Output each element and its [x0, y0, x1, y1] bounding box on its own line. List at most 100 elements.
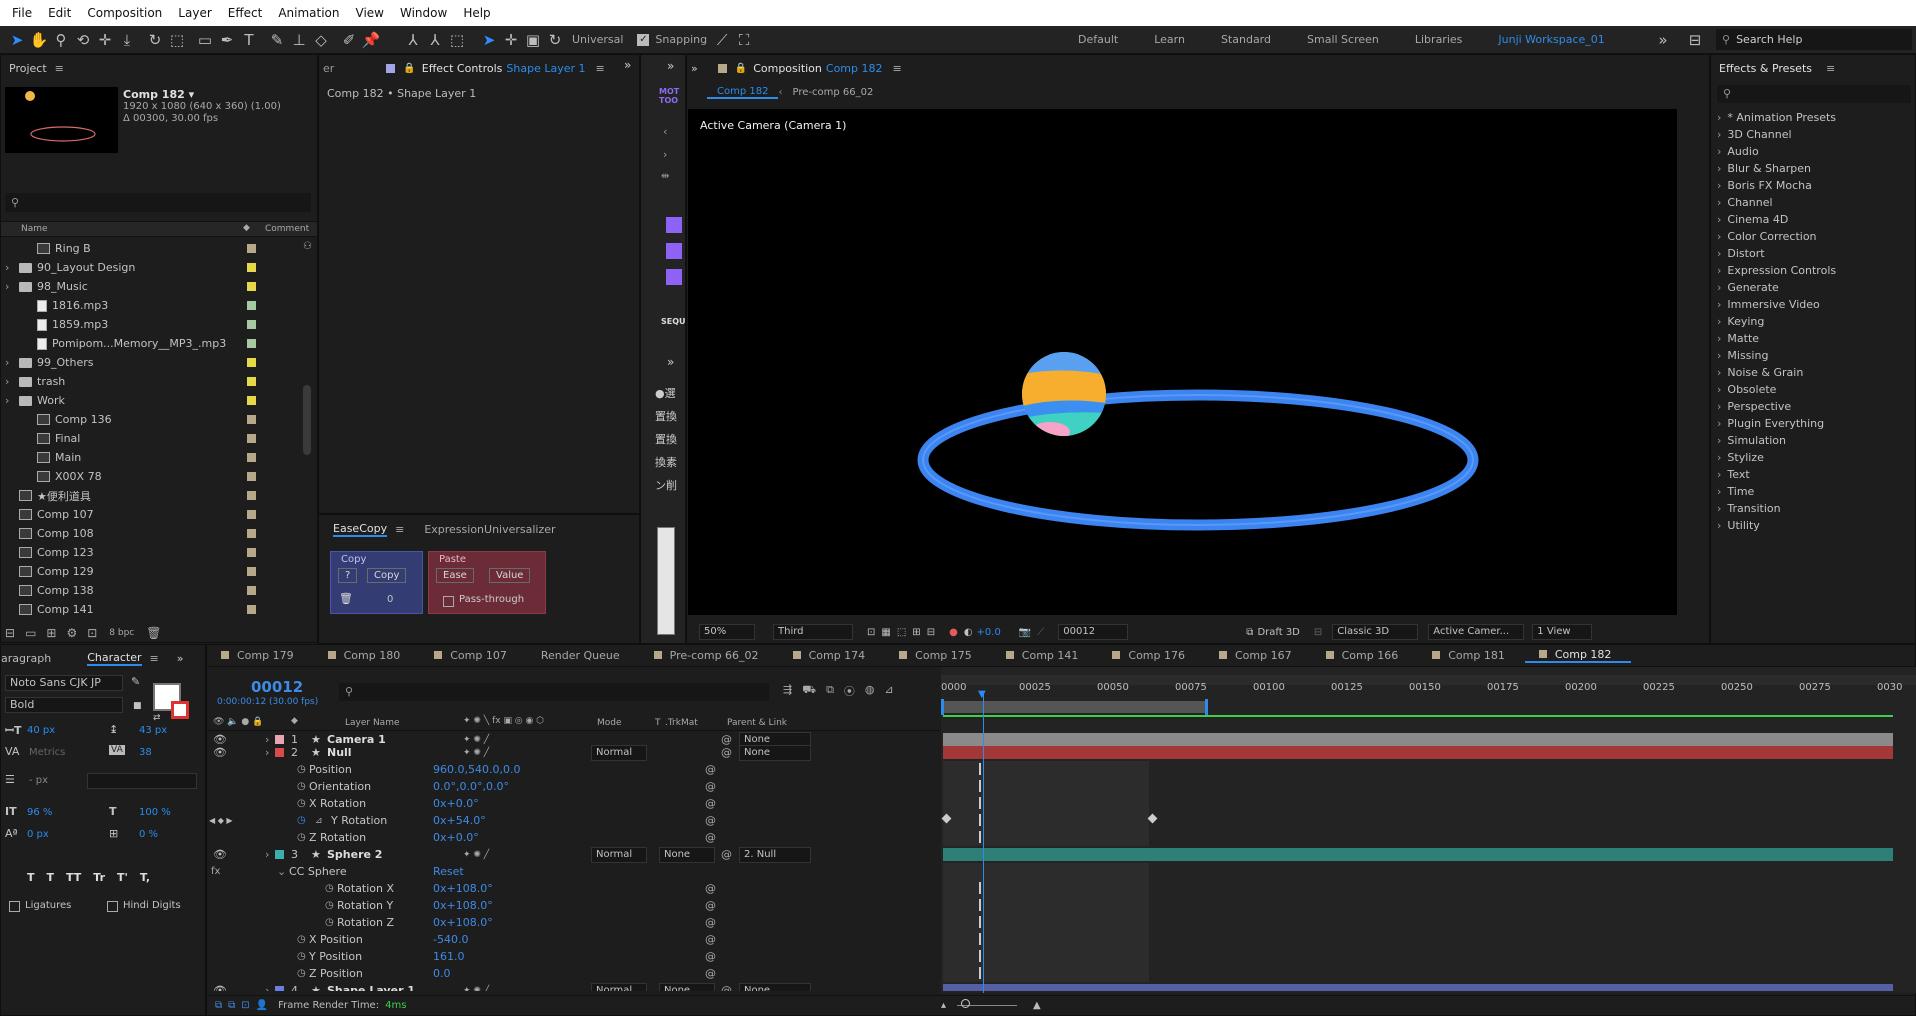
workspace-overflow-icon[interactable]: »	[1652, 29, 1674, 51]
panel-overflow-icon[interactable]: »	[691, 62, 698, 75]
property-row[interactable]: ◷ ◀ ◆ ▶ ⊿ Y Rotation 0x+54.0° @	[207, 812, 943, 829]
pickwhip-icon[interactable]: @	[721, 984, 732, 991]
layer-name[interactable]: Null	[327, 746, 352, 759]
layer-row[interactable]: 👁 › 4 ★ Shape Layer 1 ✦ ✺ ╱ Normal None @ None	[207, 982, 943, 991]
layer-label-swatch[interactable]	[275, 850, 284, 859]
vertical-scale-value[interactable]: 96 %	[27, 807, 52, 818]
composition-tab-name[interactable]: Comp 182	[826, 62, 883, 75]
project-item[interactable]: Final	[1, 429, 301, 448]
property-row[interactable]: ◷ Rotation Y 0x+108.0° @	[207, 897, 943, 914]
expand-icon[interactable]: ›	[265, 746, 269, 759]
project-item[interactable]: Ring B	[1, 239, 301, 258]
axis-view-icon[interactable]: ⬚	[446, 29, 468, 51]
disclosure-icon[interactable]: ›	[1717, 247, 1721, 260]
panel-menu-icon[interactable]: ≡	[1826, 62, 1835, 75]
expression-pickwhip-icon[interactable]: @	[705, 763, 716, 776]
zoom-in-icon[interactable]: ▲	[1033, 1000, 1041, 1011]
expression-pickwhip-icon[interactable]: @	[705, 899, 716, 912]
label-col-icon[interactable]: ◆	[243, 223, 250, 233]
zoom-out-icon[interactable]: ▴	[941, 1000, 946, 1011]
project-item[interactable]: Comp 123	[1, 543, 301, 562]
panel-menu-icon[interactable]: ≡	[55, 62, 64, 75]
render-time-icon[interactable]: 👤	[256, 1000, 268, 1011]
visibility-icon[interactable]: 👁	[213, 746, 227, 759]
swap-colors-icon[interactable]: ⇄	[153, 713, 161, 723]
resolution-select[interactable]: Third	[773, 624, 853, 640]
panel-overflow-icon[interactable]: »	[177, 652, 184, 665]
project-item[interactable]: Comp 138	[1, 581, 301, 600]
layer-duration-bar[interactable]	[943, 746, 1893, 759]
disclosure-icon[interactable]: ›	[1717, 451, 1721, 464]
pickwhip-icon[interactable]: @	[721, 746, 732, 759]
effects-category[interactable]: › Missing	[1711, 347, 1916, 364]
property-row[interactable]: ◷ Rotation X 0x+108.0° @	[207, 880, 943, 897]
nav-comp-182[interactable]: Comp 182	[707, 86, 779, 99]
zoom-select[interactable]: 50%	[699, 624, 755, 640]
snap-feature-icon[interactable]: ⟋	[711, 29, 733, 51]
keyframe-nav-icons[interactable]: ◀ ◆ ▶	[209, 816, 233, 825]
layer-search-input[interactable]: ⚲	[339, 683, 769, 701]
project-item[interactable]: Comp 108	[1, 524, 301, 543]
col-t[interactable]: T	[655, 718, 661, 728]
track-matte-select[interactable]: None	[659, 982, 715, 991]
layer-duration-bar[interactable]	[943, 984, 1893, 991]
blend-mode-select[interactable]: Normal	[591, 982, 647, 991]
exposure-value[interactable]: +0.0	[977, 627, 1001, 638]
expression-pickwhip-icon[interactable]: @	[705, 780, 716, 793]
collapse-icon[interactable]: ⇹	[661, 171, 669, 182]
project-item[interactable]: › Work	[1, 391, 301, 410]
menu-item[interactable]: Layer	[170, 6, 219, 20]
layer-switches-icons[interactable]: ✦ ✺ ╱	[463, 735, 489, 745]
project-item[interactable]: X00X 78	[1, 467, 301, 486]
timeline-tab[interactable]: Comp 174	[779, 649, 886, 662]
label-color-swatch[interactable]	[247, 358, 256, 367]
disclosure-icon[interactable]: ›	[1717, 162, 1721, 175]
property-row[interactable]: ◷ Position 960.0,540.0,0.0 @	[207, 761, 943, 778]
project-item[interactable]: Comp 141	[1, 600, 301, 619]
rectangle-tool-icon[interactable]: ▭	[194, 29, 216, 51]
grid-guides-icon[interactable]: ⊞	[912, 627, 920, 638]
orbit-tool-icon[interactable]: ⟲	[72, 29, 94, 51]
delete-icon[interactable]: 🗑	[146, 626, 161, 640]
project-item[interactable]: 1816.mp3	[1, 296, 301, 315]
effect-row[interactable]: fx ⌄ CC Sphere Reset	[207, 863, 943, 880]
leading-value[interactable]: 43 px	[139, 725, 167, 736]
disclosure-icon[interactable]: ›	[5, 356, 9, 369]
snapshot-icon[interactable]: 📷	[1019, 627, 1031, 638]
exposure-icon[interactable]: ◐	[964, 627, 973, 638]
effects-category[interactable]: › Channel	[1711, 194, 1916, 211]
keyframe-marker[interactable]	[979, 763, 981, 775]
disclosure-icon[interactable]: ›	[1717, 502, 1721, 515]
label-color-swatch[interactable]	[247, 491, 256, 500]
property-row[interactable]: ◷ Rotation Z 0x+108.0° @	[207, 914, 943, 931]
pan-tool-icon[interactable]: ✛	[94, 29, 116, 51]
text-style-button[interactable]: TT	[66, 871, 81, 884]
passthrough-checkbox[interactable]	[443, 596, 454, 607]
current-frame-field[interactable]: 00012	[1058, 624, 1129, 640]
workspace-tab[interactable]: Learn	[1136, 33, 1203, 46]
property-row[interactable]: ◷ Z Position 0.0 @	[207, 965, 943, 982]
brush-tool-icon[interactable]: ✎	[266, 29, 288, 51]
eyedropper-icon[interactable]: ✎	[131, 675, 140, 688]
effects-category[interactable]: › * Animation Presets	[1711, 109, 1916, 126]
keyframe-marker[interactable]	[979, 814, 981, 826]
effects-category[interactable]: › Time	[1711, 483, 1916, 500]
parent-select[interactable]: None	[739, 982, 811, 991]
baseline-shift-value[interactable]: 0 px	[27, 829, 49, 840]
panel-menu-icon[interactable]: ≡	[150, 652, 159, 665]
project-item[interactable]: Comp 136	[1, 410, 301, 429]
type-tool-icon[interactable]: T	[238, 29, 260, 51]
timeline-tab[interactable]: Render Queue	[527, 649, 640, 662]
workspace-tab[interactable]: Junji Workspace_01	[1480, 33, 1622, 46]
property-value[interactable]: 0x+108.0°	[433, 916, 493, 929]
motion-swatch-3[interactable]	[666, 269, 682, 285]
expression-pickwhip-icon[interactable]: @	[705, 967, 716, 980]
transparency-grid-icon[interactable]: ▦	[881, 627, 890, 638]
timeline-tab[interactable]: Pre-comp 66_02	[640, 649, 779, 662]
font-family-select[interactable]: Noto Sans CJK JP	[5, 675, 123, 691]
disclosure-icon[interactable]: ›	[1717, 349, 1721, 362]
copy-help-button[interactable]: ?	[338, 568, 358, 583]
timeline-tab[interactable]: Comp 179	[207, 649, 314, 662]
expression-pickwhip-icon[interactable]: @	[705, 831, 716, 844]
timeline-tab[interactable]: Comp 180	[314, 649, 421, 662]
